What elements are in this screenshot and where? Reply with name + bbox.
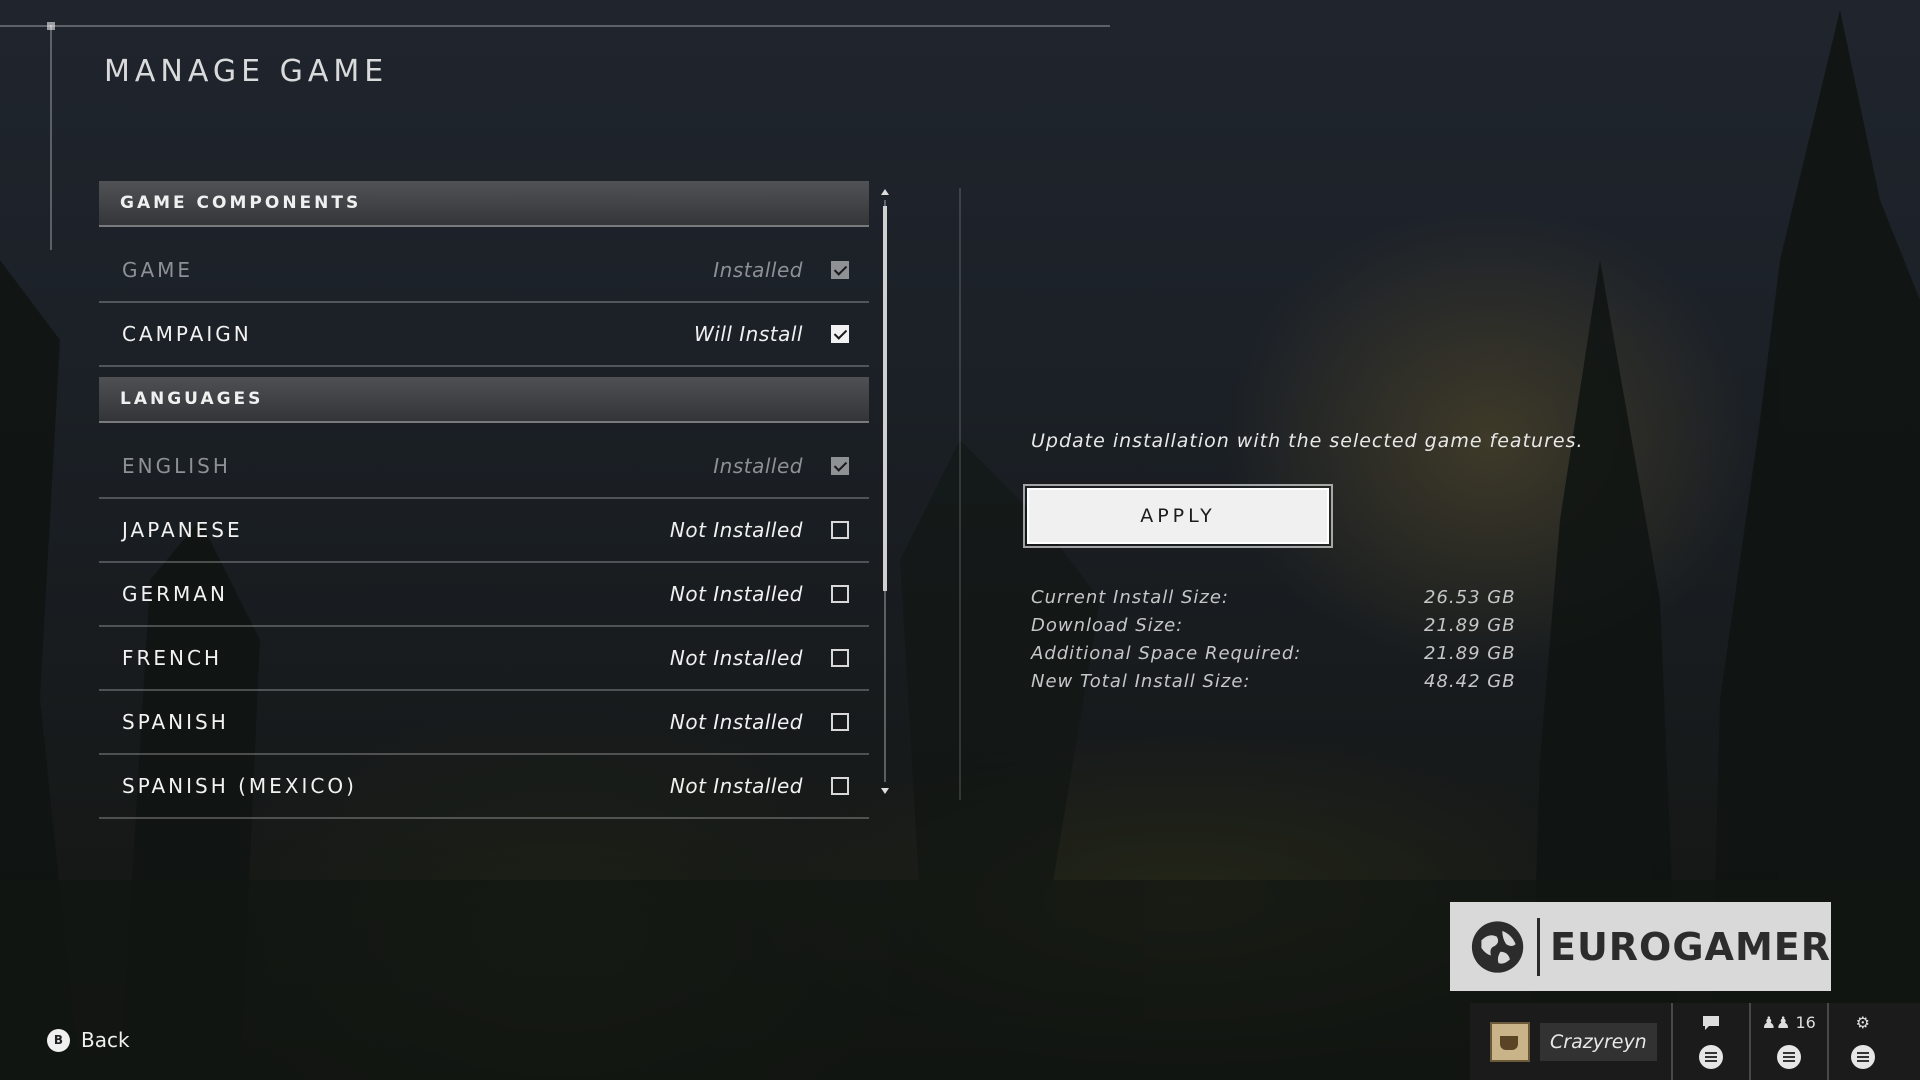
update-description: Update installation with the selected ga…: [1031, 430, 1584, 452]
stat-label: New Total Install Size:: [1031, 670, 1251, 692]
checkbox-game[interactable]: [831, 261, 849, 279]
item-status: Not Installed: [669, 518, 803, 542]
item-status: Installed: [713, 454, 803, 478]
stat-value: 48.42 GB: [1424, 670, 1516, 692]
item-status: Not Installed: [669, 582, 803, 606]
menu-icon: [1850, 1045, 1875, 1069]
item-name: GERMAN: [122, 582, 228, 606]
stat-additional-space: Additional Space Required: 21.89 GB: [1031, 639, 1516, 667]
section-header-game-components: GAME COMPONENTS: [99, 181, 869, 227]
checkbox-english[interactable]: [831, 457, 849, 475]
install-stats: Current Install Size: 26.53 GB Download …: [1031, 583, 1516, 695]
checkbox-campaign[interactable]: [831, 325, 849, 343]
stat-download-size: Download Size: 21.89 GB: [1031, 611, 1516, 639]
item-status: Not Installed: [669, 710, 803, 734]
list-item-spanish-mexico[interactable]: SPANISH (MEXICO) Not Installed: [99, 755, 869, 819]
stat-label: Additional Space Required:: [1031, 642, 1302, 664]
list-item-german[interactable]: GERMAN Not Installed: [99, 563, 869, 627]
menu-icon: [1698, 1045, 1723, 1069]
scrollbar-thumb[interactable]: [883, 206, 887, 591]
item-name: JAPANESE: [122, 518, 243, 542]
list-item-campaign[interactable]: CAMPAIGN Will Install: [99, 303, 869, 367]
item-name: ENGLISH: [122, 454, 231, 478]
stat-value: 21.89 GB: [1424, 642, 1516, 664]
stat-value: 26.53 GB: [1424, 586, 1516, 608]
list-item-game[interactable]: GAME Installed: [99, 239, 869, 303]
checkbox-spanish-mexico[interactable]: [831, 777, 849, 795]
friends-icon: ♟♟: [1761, 1013, 1791, 1032]
list-item-japanese[interactable]: JAPANESE Not Installed: [99, 499, 869, 563]
section-header-label: GAME COMPONENTS: [120, 193, 362, 213]
chat-icon: [1702, 1016, 1719, 1030]
system-tray: Crazyreyn ♟♟ 16 ⚙: [1470, 1003, 1920, 1080]
avatar[interactable]: [1490, 1021, 1530, 1062]
scroll-up-arrow-icon[interactable]: [881, 189, 889, 195]
chat-button[interactable]: [1670, 1003, 1749, 1080]
stat-value: 21.89 GB: [1424, 614, 1516, 636]
globe-icon: [1471, 920, 1524, 973]
eurogamer-watermark: EUROGAMER: [1450, 902, 1831, 991]
friends-count: 16: [1795, 1013, 1816, 1032]
logo-separator: [1537, 917, 1540, 976]
back-label: Back: [81, 1028, 130, 1052]
page-title: MANAGE GAME: [104, 54, 389, 89]
checkbox-german[interactable]: [831, 585, 849, 603]
item-name: GAME: [122, 258, 194, 282]
checkbox-japanese[interactable]: [831, 521, 849, 539]
settings-button[interactable]: ⚙: [1826, 1003, 1897, 1080]
scroll-down-arrow-icon[interactable]: [881, 788, 889, 794]
components-list: GAME COMPONENTS GAME Installed CAMPAIGN …: [99, 181, 869, 819]
item-name: CAMPAIGN: [122, 322, 252, 346]
frame-corner-marker: [47, 22, 55, 30]
frame-line-left: [50, 25, 52, 250]
stat-new-total-size: New Total Install Size: 48.42 GB: [1031, 667, 1516, 695]
apply-button[interactable]: APPLY: [1023, 484, 1333, 548]
item-name: FRENCH: [122, 646, 223, 670]
list-item-spanish[interactable]: SPANISH Not Installed: [99, 691, 869, 755]
party-icon: [1776, 1045, 1801, 1069]
list-item-french[interactable]: FRENCH Not Installed: [99, 627, 869, 691]
list-item-english[interactable]: ENGLISH Installed: [99, 435, 869, 499]
stat-label: Download Size:: [1031, 614, 1184, 636]
item-status: Not Installed: [669, 646, 803, 670]
stat-label: Current Install Size:: [1031, 586, 1229, 608]
stat-current-install-size: Current Install Size: 26.53 GB: [1031, 583, 1516, 611]
item-name: SPANISH: [122, 710, 229, 734]
settings-icon: ⚙: [1855, 1013, 1870, 1032]
b-button-icon: B: [47, 1028, 70, 1052]
gamertag[interactable]: Crazyreyn: [1540, 1022, 1657, 1061]
checkbox-french[interactable]: [831, 649, 849, 667]
item-status: Installed: [713, 258, 803, 282]
section-header-label: LANGUAGES: [120, 389, 264, 409]
logo-text: EUROGAMER: [1549, 924, 1831, 969]
friends-button[interactable]: ♟♟ 16: [1748, 1003, 1827, 1080]
frame-line-top: [0, 25, 1110, 27]
panel-divider: [959, 188, 961, 800]
back-button[interactable]: B Back: [47, 1028, 130, 1052]
checkbox-spanish[interactable]: [831, 713, 849, 731]
item-status: Not Installed: [669, 774, 803, 798]
item-status: Will Install: [693, 322, 803, 346]
section-header-languages: LANGUAGES: [99, 377, 869, 423]
item-name: SPANISH (MEXICO): [122, 774, 357, 798]
